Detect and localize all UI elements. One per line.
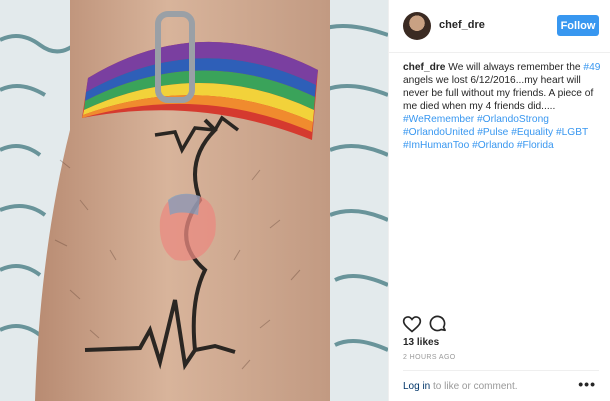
login-link[interactable]: Log in (403, 381, 430, 392)
hashtag-link[interactable]: #Florida (517, 140, 554, 151)
action-bar (402, 314, 462, 334)
hashtag-link[interactable]: #WeRemember (403, 114, 474, 125)
post-side-panel: chef_dre Follow chef_dre We will always … (388, 0, 610, 401)
login-prompt: Log in to like or comment. (403, 381, 518, 392)
heart-icon[interactable] (402, 314, 422, 334)
hashtag-link[interactable]: #OrlandoStrong (477, 114, 549, 125)
divider (403, 370, 599, 371)
caption-body: We will always remember the #49 angels w… (403, 62, 600, 151)
post-header: chef_dre Follow (389, 0, 610, 53)
tattoo-photo-illustration (0, 0, 388, 401)
post-photo (0, 0, 388, 401)
hashtag-link[interactable]: #LGBT (556, 127, 588, 138)
avatar[interactable] (403, 12, 431, 40)
username[interactable]: chef_dre (439, 19, 485, 31)
post-timestamp: 2 HOURS AGO (403, 354, 456, 361)
hashtag-link[interactable]: #Pulse (477, 127, 508, 138)
hashtag-link[interactable]: #Equality (511, 127, 553, 138)
caption-username[interactable]: chef_dre (403, 62, 445, 73)
caption: chef_dre We will always remember the #49… (403, 61, 601, 152)
more-options-icon[interactable]: ••• (578, 376, 596, 392)
hashtag-link[interactable]: #OrlandoUnited (403, 127, 474, 138)
login-prompt-text: to like or comment. (430, 381, 518, 392)
caption-text: angels we lost 6/12/2016...my heart will… (403, 75, 594, 112)
hashtag-link[interactable]: #ImHumanToo (403, 140, 469, 151)
hashtag-link[interactable]: #Orlando (472, 140, 514, 151)
comment-icon[interactable] (428, 314, 448, 334)
follow-button[interactable]: Follow (557, 15, 599, 36)
caption-text: We will always remember the (445, 62, 584, 73)
hashtag-link[interactable]: #49 (583, 62, 600, 73)
like-count[interactable]: 13 likes (403, 337, 439, 348)
